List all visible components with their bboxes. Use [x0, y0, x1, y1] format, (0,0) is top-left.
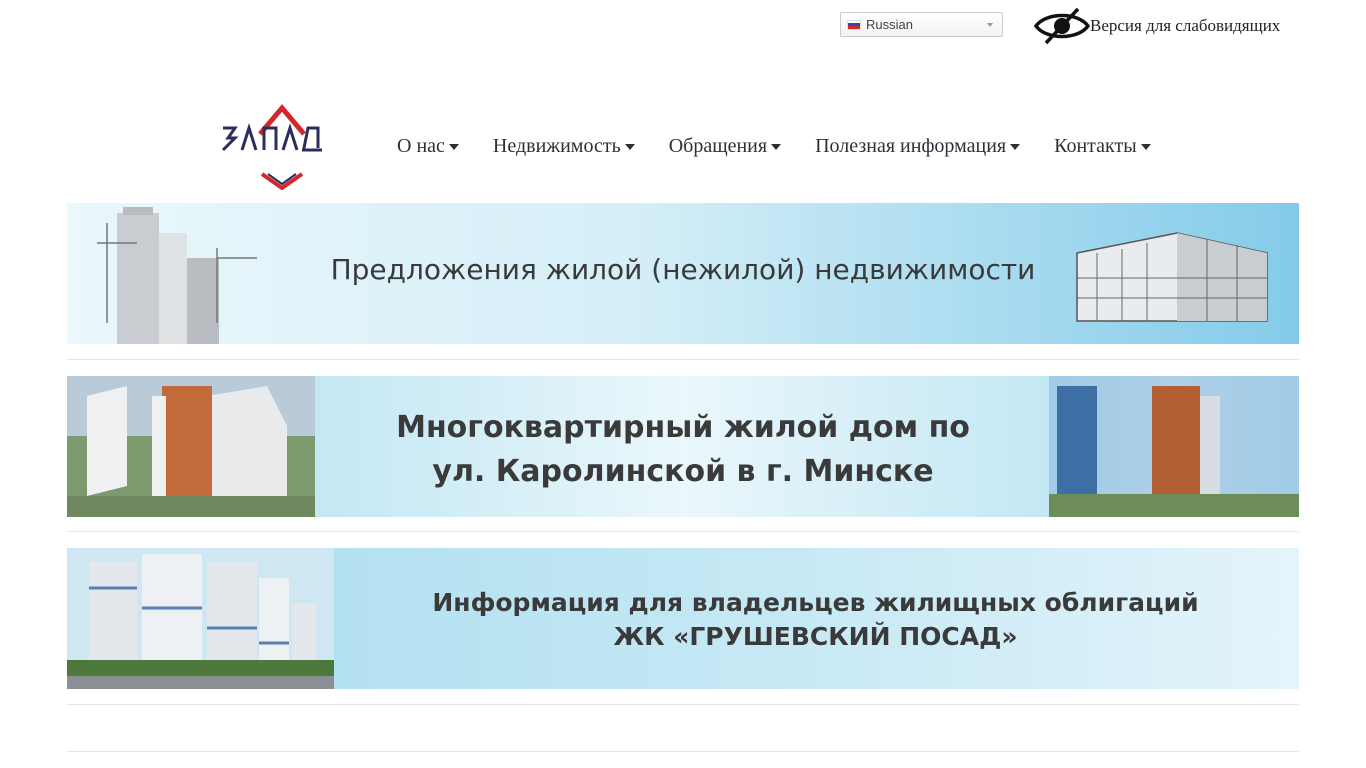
banner-real-estate-offers[interactable]: Предложения жилой (нежилой) недвижимости	[67, 203, 1299, 344]
caret-down-icon	[624, 144, 635, 150]
banner-title-line-1: Многоквартирный жилой дом по	[396, 410, 970, 445]
caret-down-icon	[771, 144, 782, 150]
banner-title: Многоквартирный жилой дом по ул. Каролин…	[317, 406, 1049, 494]
nav-item-real-estate[interactable]: Недвижимость	[476, 135, 652, 158]
zapad-logo-mark	[221, 104, 322, 191]
language-select[interactable]: Russian	[840, 12, 1003, 37]
nav-item-appeals[interactable]: Обращения	[652, 135, 798, 158]
divider	[67, 359, 1299, 360]
russia-flag-icon	[847, 19, 861, 30]
nav-item-useful-info[interactable]: Полезная информация	[798, 135, 1037, 158]
banner-title-line-1: Информация для владельцев жилищных облиг…	[432, 588, 1199, 617]
nav-item-label: О нас	[397, 134, 445, 157]
caret-down-icon	[1140, 144, 1151, 150]
banner-title-line-2: ЖК «ГРУШЕВСКИЙ ПОСАД»	[613, 622, 1018, 651]
nav-item-label: Контакты	[1054, 134, 1137, 157]
nav-item-about[interactable]: О нас	[380, 135, 476, 158]
caret-down-icon	[1010, 144, 1021, 150]
language-select-value: Russian	[866, 17, 913, 32]
company-logo[interactable]	[218, 104, 352, 191]
visually-impaired-version-link[interactable]: Версия для слабовидящих	[1034, 6, 1280, 46]
chevron-down-icon	[987, 23, 993, 27]
nav-item-label: Недвижимость	[492, 134, 621, 157]
divider	[67, 751, 1299, 752]
nav-item-label: Обращения	[668, 134, 768, 157]
visually-impaired-version-label: Версия для слабовидящих	[1090, 16, 1281, 35]
divider	[67, 704, 1299, 705]
divider	[67, 531, 1299, 532]
banner-grushevsky-posad[interactable]: Информация для владельцев жилищных облиг…	[67, 548, 1299, 689]
banner-title: Информация для владельцев жилищных облиг…	[332, 586, 1299, 654]
main-navigation: О нас Недвижимость Обращения Полезная ин…	[380, 128, 1168, 164]
nav-item-contacts[interactable]: Контакты	[1037, 135, 1168, 158]
eye-slash-icon	[1034, 7, 1090, 45]
banner-title-line-2: ул. Каролинской в г. Минске	[432, 454, 934, 489]
nav-item-label: Полезная информация	[815, 134, 1007, 157]
caret-down-icon	[448, 144, 459, 150]
banner-title: Предложения жилой (нежилой) недвижимости	[330, 253, 1036, 286]
banner-karolinskaya-house[interactable]: Многоквартирный жилой дом по ул. Каролин…	[67, 376, 1299, 517]
